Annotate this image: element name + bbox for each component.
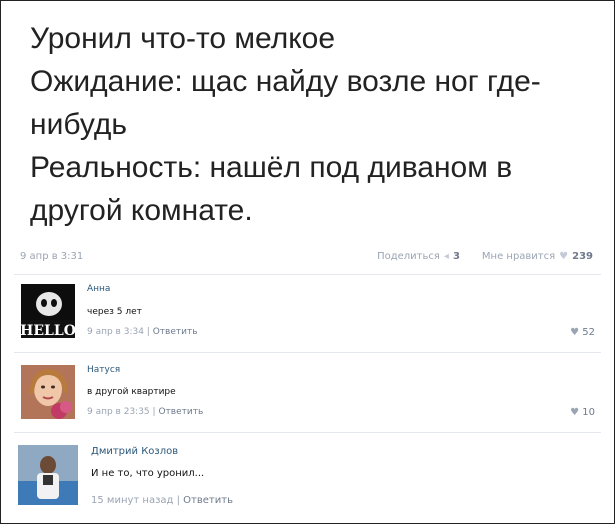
comment-author[interactable]: Натуся <box>87 365 120 375</box>
post-line: Ожидание: щас найду возле ног где- <box>30 65 541 98</box>
comment-date[interactable]: 9 апр в 3:34 <box>87 327 144 337</box>
comment-author[interactable]: Анна <box>87 284 110 294</box>
share-count: 3 <box>452 251 460 262</box>
comment-date[interactable]: 9 апр в 23:35 <box>87 407 150 417</box>
comment-meta: 9 апр в 23:35 | Ответить <box>87 407 204 417</box>
reply-button[interactable]: Ответить <box>183 495 233 506</box>
post-line: нибудь <box>30 108 127 141</box>
avatar-image <box>18 445 78 505</box>
post-date[interactable]: 9 апр в 3:31 <box>20 251 83 262</box>
comment-author[interactable]: Дмитрий Козлов <box>91 446 178 457</box>
comment-text: И не то, что уронил... <box>91 468 205 479</box>
like-count: 52 <box>582 327 595 338</box>
post-text: Уронил что-то мелкое Ожидание: щас найду… <box>30 17 600 232</box>
divider <box>14 274 601 275</box>
share-icon[interactable]: ◂ <box>444 251 449 262</box>
heart-icon[interactable]: ♥ <box>570 407 579 418</box>
reply-button[interactable]: Ответить <box>158 407 203 417</box>
avatar-text: HELLO <box>21 323 75 338</box>
avatar-image <box>21 365 75 419</box>
post-line: Уронил что-то мелкое <box>30 22 336 55</box>
avatar[interactable] <box>21 365 75 419</box>
avatar[interactable]: HELLO <box>21 284 75 338</box>
divider <box>14 352 601 353</box>
comment-like[interactable]: ♥ 52 <box>570 327 595 338</box>
reply-button[interactable]: Ответить <box>153 327 198 337</box>
like-button[interactable]: Мне нравится <box>482 251 555 262</box>
comment-text: в другой квартире <box>87 387 176 397</box>
post-line: Реальность: нашёл под диваном в <box>30 151 513 184</box>
like-count: 239 <box>572 251 593 262</box>
heart-icon[interactable]: ♥ <box>570 327 579 338</box>
comment-meta: 9 апр в 3:34 | Ответить <box>87 327 198 337</box>
avatar-image: HELLO <box>21 284 75 338</box>
post-actions: Поделиться ◂ 3 Мне нравится ♥ 239 <box>377 251 593 262</box>
comment-meta: 15 минут назад | Ответить <box>91 495 233 506</box>
comment-text: через 5 лет <box>87 307 142 317</box>
divider <box>14 432 601 433</box>
share-button[interactable]: Поделиться <box>377 251 440 262</box>
heart-icon[interactable]: ♥ <box>559 251 568 262</box>
like-count: 10 <box>582 407 595 418</box>
avatar[interactable] <box>18 445 78 505</box>
comment-date[interactable]: 15 минут назад <box>91 495 173 506</box>
post-line: другой комнате. <box>30 194 253 227</box>
comment-like[interactable]: ♥ 10 <box>570 407 595 418</box>
